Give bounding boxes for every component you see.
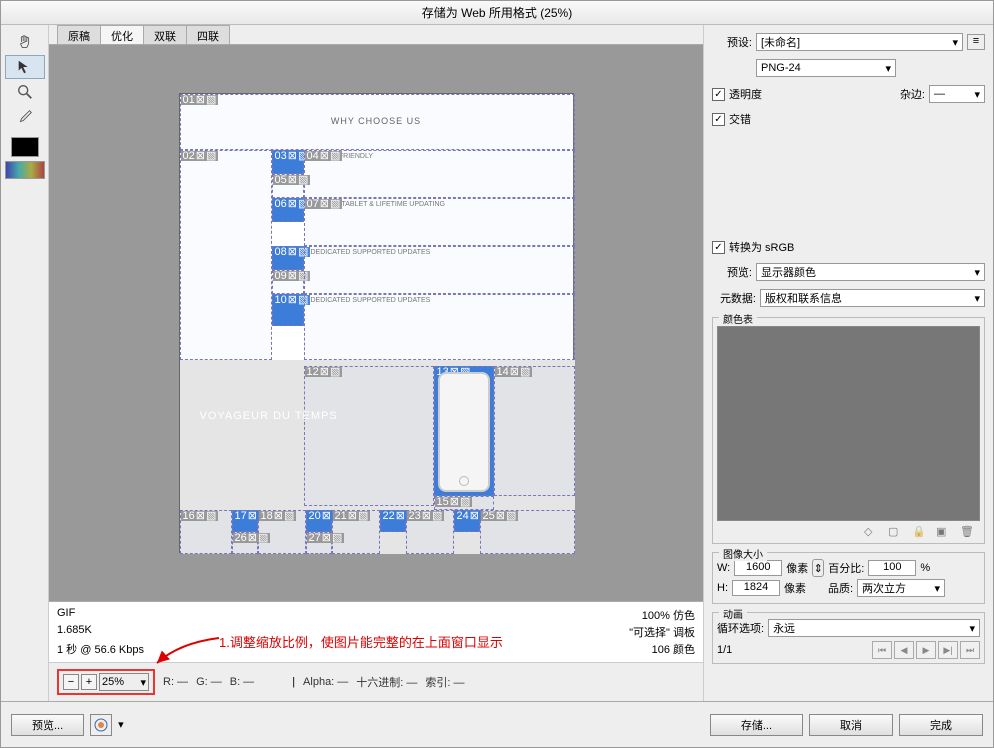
canvas-area[interactable]: WHY CHOOSE US 01⊠▧ 02⊠▧ 03⊠▧ 04⊠▧ MOBILE… <box>49 45 703 601</box>
center-panel: 原稿 优化 双联 四联 WHY CHOOSE US 01⊠▧ 02⊠▧ 03⊠▧… <box>49 25 703 701</box>
tab-twoup[interactable]: 双联 <box>143 25 187 44</box>
transparency-checkbox[interactable]: ✓ <box>712 88 725 101</box>
metadata-label: 元数据: <box>712 290 756 306</box>
preset-menu-icon[interactable]: ≡ <box>967 34 985 50</box>
slice-select-tool[interactable] <box>5 55 45 79</box>
link-icon[interactable]: ⇕ <box>812 559 824 577</box>
ct-icon[interactable]: 🗑 <box>960 525 974 539</box>
matte-select[interactable]: —▾ <box>929 85 985 103</box>
preview-canvas: WHY CHOOSE US 01⊠▧ 02⊠▧ 03⊠▧ 04⊠▧ MOBILE… <box>179 93 574 553</box>
r-readout: R: — <box>163 676 188 688</box>
ct-icon[interactable]: ◇ <box>864 525 878 539</box>
metadata-select[interactable]: 版权和联系信息▾ <box>760 289 985 307</box>
format-select[interactable]: PNG-24▾ <box>756 59 896 77</box>
preset-select[interactable]: [未命名]▾ <box>756 33 963 51</box>
zoom-out-button[interactable]: − <box>63 674 79 690</box>
height-input[interactable]: 1824 <box>732 580 780 596</box>
color-table[interactable] <box>717 326 980 521</box>
tool-column <box>1 25 49 701</box>
info-size: 1.685K <box>57 624 92 640</box>
g-readout: G: — <box>196 676 222 688</box>
cancel-button[interactable]: 取消 <box>809 714 893 736</box>
tab-optimized[interactable]: 优化 <box>100 25 144 44</box>
quality-select[interactable]: 两次立方▾ <box>857 579 945 597</box>
footer: 预览... ▾ 存储... 取消 完成 <box>1 701 993 747</box>
ct-icon[interactable]: ▢ <box>888 525 902 539</box>
toggle-slices-icon[interactable] <box>5 161 45 179</box>
info-palette: "可选择" 调板 <box>629 624 695 640</box>
srgb-checkbox[interactable]: ✓ <box>712 241 725 254</box>
loop-select[interactable]: 永远▾ <box>768 619 980 637</box>
first-frame-button[interactable]: ⏮ <box>872 641 892 659</box>
transparency-label: 透明度 <box>729 86 762 102</box>
info-colors: 106 颜色 <box>652 641 695 657</box>
hand-tool[interactable] <box>5 30 45 54</box>
alpha-readout: Alpha: — <box>303 676 348 688</box>
info-bar: GIF 100% 仿色 1.685K "可选择" 调板 1 秒 @ 56.6 Kbp… <box>49 601 703 662</box>
info-rate: 1 秒 @ 56.6 Kbps <box>57 641 144 657</box>
right-panel: 预设: [未命名]▾ ≡ PNG-24▾ ✓ 透明度 杂边: —▾ ✓ 交错 ✓… <box>703 25 993 701</box>
width-input[interactable]: 1600 <box>734 560 782 576</box>
zoom-in-button[interactable]: + <box>81 674 97 690</box>
prev-frame-button[interactable]: ◀ <box>894 641 914 659</box>
next-frame-button[interactable]: ▶| <box>938 641 958 659</box>
animation-section: 动画 循环选项: 永远▾ 1/1 ⏮ ◀ ▶ ▶| ⏭ <box>712 612 985 664</box>
main-row: 原稿 优化 双联 四联 WHY CHOOSE US 01⊠▧ 02⊠▧ 03⊠▧… <box>1 25 993 701</box>
info-format: GIF <box>57 607 75 623</box>
play-button[interactable]: ▶ <box>916 641 936 659</box>
banner: VOYAGEUR DU TEMPS <box>200 410 338 422</box>
preview-select[interactable]: 显示器颜色▾ <box>756 263 985 281</box>
srgb-label: 转换为 sRGB <box>729 239 794 255</box>
done-button[interactable]: 完成 <box>899 714 983 736</box>
preset-label: 预设: <box>712 34 752 50</box>
view-tabs: 原稿 优化 双联 四联 <box>49 25 703 45</box>
browser-icon[interactable] <box>90 714 112 736</box>
slice-badge: 01⊠▧ <box>181 95 219 105</box>
annotation-text: 1.调整缩放比例，使图片能完整的在上面窗口显示 <box>219 632 503 651</box>
color-swatch[interactable] <box>11 137 39 157</box>
image-size-section: 图像大小 W:1600像素 ⇕ 百分比:100% H:1824像素 品质: 两次… <box>712 552 985 604</box>
frame-indicator: 1/1 <box>717 644 732 656</box>
save-button[interactable]: 存储... <box>710 714 803 736</box>
last-frame-button[interactable]: ⏭ <box>960 641 980 659</box>
eyedropper-tool[interactable] <box>5 105 45 129</box>
title-bar: 存储为 Web 所用格式 (25%) <box>1 1 993 25</box>
zoom-controls-highlight: − + 25%▾ <box>57 669 155 695</box>
zoom-bar: − + 25%▾ R: — G: — B: — | Alpha: — 十六进制:… <box>49 662 703 701</box>
ct-icon[interactable]: 🔒 <box>912 525 926 539</box>
ct-icon[interactable]: ▣ <box>936 525 950 539</box>
b-readout: B: — <box>230 676 254 688</box>
percent-input[interactable]: 100 <box>868 560 916 576</box>
interlace-checkbox[interactable]: ✓ <box>712 113 725 126</box>
preview-label: 预览: <box>712 264 752 280</box>
preview-button[interactable]: 预览... <box>11 714 84 736</box>
interlace-label: 交错 <box>729 111 751 127</box>
zoom-tool[interactable] <box>5 80 45 104</box>
hex-readout: 十六进制: — <box>356 674 417 690</box>
color-table-section: 颜色表 ◇ ▢ 🔒 ▣ 🗑 <box>712 317 985 544</box>
info-dither: 100% 仿色 <box>642 607 695 623</box>
zoom-select[interactable]: 25%▾ <box>99 673 149 691</box>
tab-fourup[interactable]: 四联 <box>186 25 230 44</box>
index-readout: 索引: — <box>425 674 464 690</box>
tab-original[interactable]: 原稿 <box>57 25 101 44</box>
matte-label: 杂边: <box>900 86 925 102</box>
